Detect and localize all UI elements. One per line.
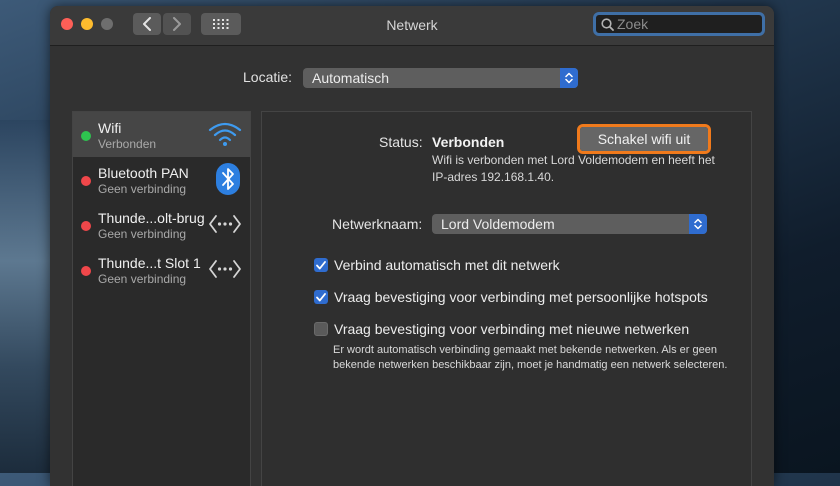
option-label: Vraag bevestiging voor verbinding met pe…	[334, 289, 708, 305]
status-value: Verbonden	[432, 134, 505, 150]
title-bar: Netwerk	[50, 6, 774, 46]
status-dot	[81, 266, 91, 276]
service-item-bluetooth-pan[interactable]: Bluetooth PAN Geen verbinding	[73, 157, 250, 202]
status-dot	[81, 176, 91, 186]
service-status: Geen verbinding	[98, 182, 187, 196]
network-name-value: Lord Voldemodem	[441, 216, 555, 232]
auto-join-footnote: Er wordt automatisch verbinding gemaakt …	[333, 344, 728, 371]
status-dot	[81, 131, 91, 141]
checkmark-icon	[316, 292, 326, 301]
service-name: Thunde...olt-brug	[98, 210, 205, 226]
network-name-label: Netwerknaam:	[332, 216, 423, 232]
wifi-icon	[208, 122, 242, 146]
popup-arrows-icon	[689, 214, 707, 234]
checkbox[interactable]	[314, 258, 328, 272]
bluetooth-icon	[216, 163, 240, 195]
turn-wifi-off-button[interactable]: Schakel wifi uit	[580, 127, 708, 151]
popup-arrows-icon	[560, 68, 578, 88]
option-ask-hotspots[interactable]: Vraag bevestiging voor verbinding met pe…	[314, 289, 708, 305]
service-status: Verbonden	[98, 137, 157, 151]
option-label: Vraag bevestiging voor verbinding met ni…	[334, 321, 690, 337]
checkmark-icon	[316, 260, 326, 269]
checkbox[interactable]	[314, 290, 328, 304]
service-item-thunderbolt-bridge[interactable]: Thunde...olt-brug Geen verbinding	[73, 202, 250, 247]
checkbox[interactable]	[314, 322, 328, 336]
location-value: Automatisch	[312, 70, 390, 86]
network-preferences-window: Netwerk Locatie: Automatisch Wifi Verbon…	[50, 6, 774, 486]
option-label: Verbind automatisch met dit netwerk	[334, 257, 560, 273]
location-label: Locatie:	[243, 69, 293, 85]
service-item-thunderbolt-slot-1[interactable]: Thunde...t Slot 1 Geen verbinding	[73, 247, 250, 292]
option-ask-new-networks[interactable]: Vraag bevestiging voor verbinding met ni…	[314, 321, 689, 337]
status-description: Wifi is verbonden met Lord Voldemodem en…	[432, 153, 715, 184]
service-name: Bluetooth PAN	[98, 165, 189, 181]
search-field[interactable]	[593, 12, 765, 36]
ethernet-arrows-icon	[209, 260, 241, 278]
status-dot	[81, 221, 91, 231]
search-input[interactable]	[614, 16, 757, 32]
wifi-toggle-highlight: Schakel wifi uit	[577, 124, 711, 154]
service-name: Thunde...t Slot 1	[98, 255, 201, 271]
ethernet-arrows-icon	[209, 215, 241, 233]
search-icon	[601, 17, 614, 31]
service-status: Geen verbinding	[98, 227, 187, 241]
network-name-popup[interactable]: Lord Voldemodem	[432, 214, 707, 234]
location-popup[interactable]: Automatisch	[303, 68, 578, 88]
service-list: Wifi Verbonden Bluetooth PAN Geen verbin…	[72, 111, 251, 486]
service-name: Wifi	[98, 120, 122, 136]
service-item-wifi[interactable]: Wifi Verbonden	[73, 112, 250, 157]
status-label: Status:	[379, 134, 423, 150]
option-auto-join[interactable]: Verbind automatisch met dit netwerk	[314, 257, 560, 273]
service-status: Geen verbinding	[98, 272, 187, 286]
